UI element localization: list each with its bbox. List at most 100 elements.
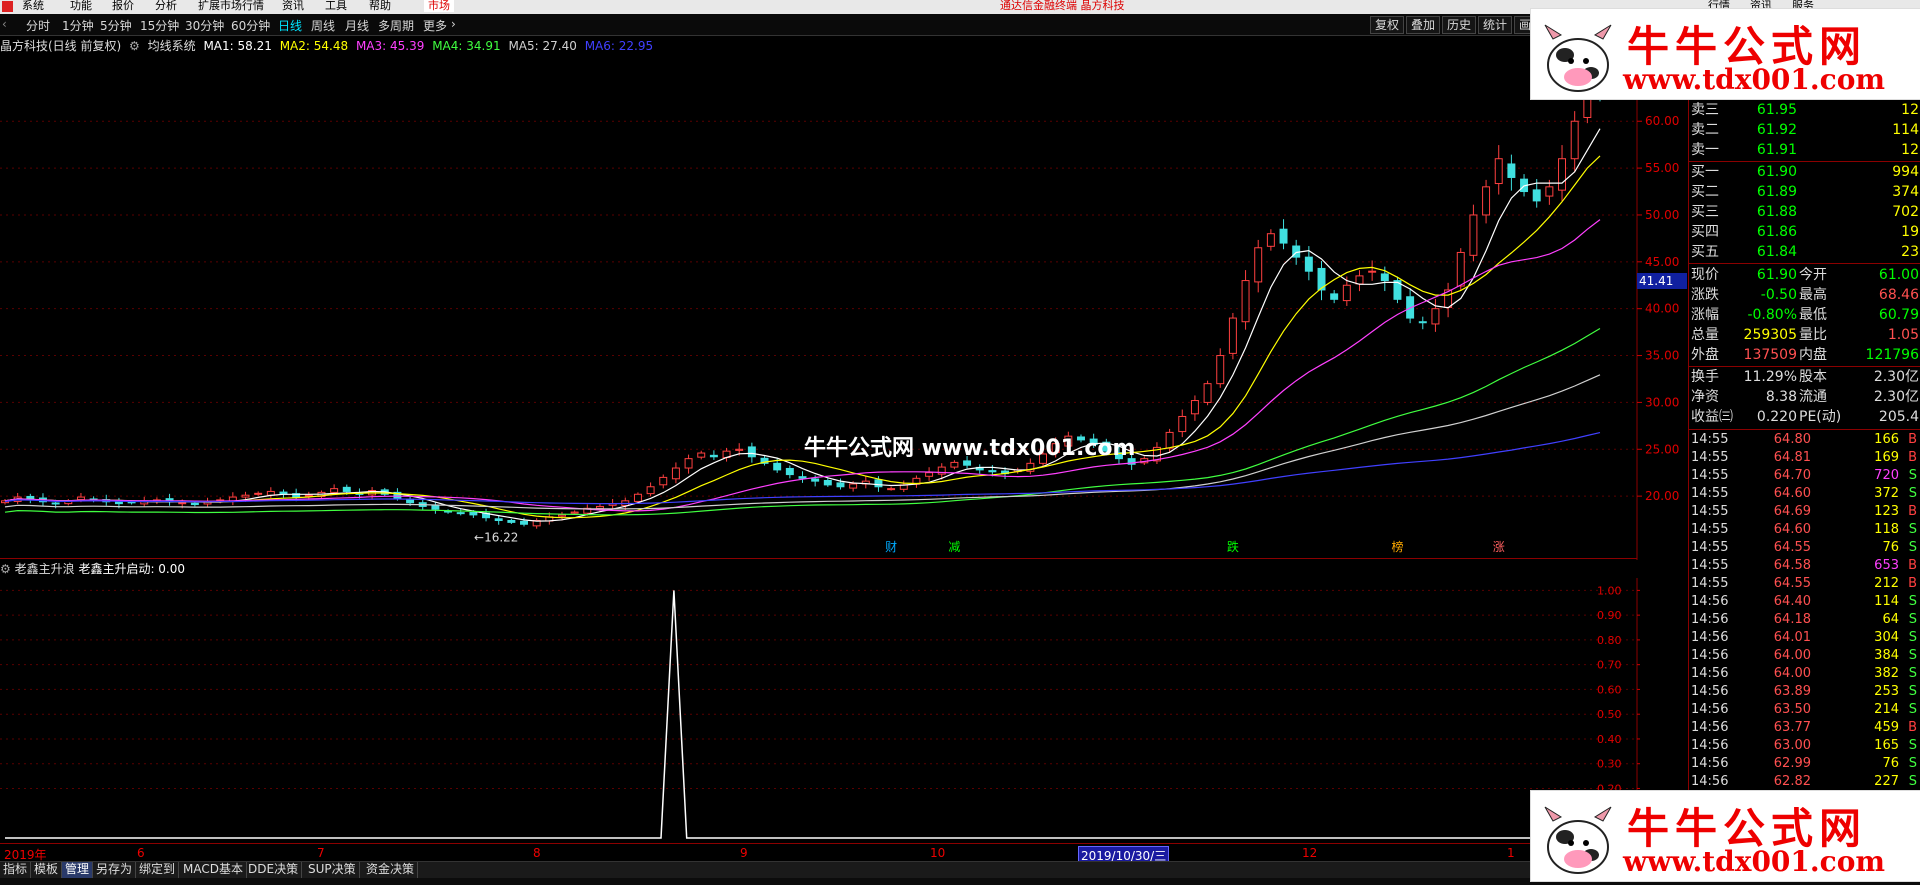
period-monthly[interactable]: 月线 <box>345 17 369 34</box>
fund-row: 收益㈢ 0.220 PE(动) 205.4 <box>1691 409 1919 425</box>
candle-body <box>709 454 718 458</box>
menu-market[interactable]: 市场 <box>424 0 454 12</box>
tab-manage[interactable]: 管理 <box>62 862 94 878</box>
trade-time: 14:55 <box>1691 522 1729 537</box>
candle-body <box>558 514 566 517</box>
chevron-right-icon[interactable]: › <box>451 17 456 31</box>
sell-row-1[interactable]: 卖一 61.91 12 <box>1689 140 1920 160</box>
period-weekly[interactable]: 周线 <box>311 17 335 34</box>
candle-body <box>1368 270 1377 273</box>
candle-body <box>633 493 642 502</box>
fuquan-button[interactable]: 复权 <box>1370 16 1405 34</box>
app-icon[interactable] <box>2 1 13 12</box>
tab-save-as[interactable]: 另存为 <box>93 862 137 878</box>
menu-extended-market[interactable]: 扩展市场行情 <box>198 0 264 12</box>
period-60min[interactable]: 60分钟 <box>231 17 270 34</box>
history-button[interactable]: 历史 <box>1442 16 1477 34</box>
candle-body <box>684 458 693 469</box>
date-label: 8 <box>533 846 541 860</box>
watermark-text: 牛牛公式网 www.tdx001.com <box>804 436 1136 461</box>
candle-body <box>798 476 807 479</box>
stat-row: 涨跌 -0.50 最高 68.46 <box>1691 287 1919 303</box>
menu-tools[interactable]: 工具 <box>325 0 347 12</box>
indicator-name[interactable]: 老鑫主升浪 <box>15 562 75 576</box>
candle-body <box>1494 158 1503 185</box>
trade-price: 63.50 <box>1773 702 1811 717</box>
menu-news[interactable]: 资讯 <box>282 0 304 12</box>
candle-body <box>76 496 85 501</box>
trade-volume: 169 <box>1874 450 1899 465</box>
menu-quote[interactable]: 报价 <box>112 0 134 12</box>
candle-body <box>849 483 858 489</box>
logo-url-text: www.tdx001.com <box>1623 63 1885 96</box>
gear-icon[interactable]: ⚙ <box>129 39 140 53</box>
candle-body <box>241 494 250 498</box>
period-30min[interactable]: 30分钟 <box>185 17 224 34</box>
quote-panel: 卖三 61.95 12 卖二 61.92 114 卖一 61.91 12 买一 … <box>1688 55 1920 861</box>
trade-flag: S <box>1908 702 1917 717</box>
indicator-chart[interactable]: 0.200.300.400.500.600.700.800.901.00 <box>0 578 1640 840</box>
trade-row: 14:56 63.77 459 B <box>1689 719 1920 737</box>
candle-body <box>469 511 478 516</box>
period-daily[interactable]: 日线 <box>278 17 302 34</box>
trade-flag: B <box>1908 558 1917 573</box>
overlay-button[interactable]: 叠加 <box>1406 16 1441 34</box>
candle-body <box>811 478 820 482</box>
trade-volume: 653 <box>1874 558 1899 573</box>
trade-price: 62.82 <box>1773 774 1811 789</box>
ma-system-label[interactable]: 均线系统 <box>148 39 196 53</box>
trade-flag: S <box>1908 648 1917 663</box>
sell-row-3[interactable]: 卖三 61.95 12 <box>1689 100 1920 120</box>
menu-analysis[interactable]: 分析 <box>155 0 177 12</box>
sell-row-2[interactable]: 卖二 61.92 114 <box>1689 120 1920 140</box>
tab-sup[interactable]: SUP决策 <box>305 862 360 878</box>
axis-tick-label: 25.00 <box>1645 442 1679 456</box>
buy-row-3[interactable]: 买三 61.88 702 <box>1689 202 1920 222</box>
trade-price: 63.89 <box>1773 684 1811 699</box>
period-1min[interactable]: 1分钟 <box>62 17 94 34</box>
trade-row: 14:56 64.01 304 S <box>1689 629 1920 647</box>
period-5min[interactable]: 5分钟 <box>100 17 132 34</box>
panel-separator <box>1689 429 1920 430</box>
trade-row: 14:56 62.82 227 S <box>1689 773 1920 791</box>
tab-macd[interactable]: MACD基本 <box>180 862 247 878</box>
candle-body <box>1304 256 1313 272</box>
tab-fund[interactable]: 资金决策 <box>363 862 419 878</box>
trade-row: 14:55 64.55 212 B <box>1689 575 1920 593</box>
brand-logo: 牛牛公式网 www.tdx001.com <box>1530 790 1920 882</box>
trade-volume: 165 <box>1874 738 1899 753</box>
period-15min[interactable]: 15分钟 <box>140 17 179 34</box>
tab-template[interactable]: 模板 <box>31 862 63 878</box>
stats-button[interactable]: 统计 <box>1478 16 1513 34</box>
trade-volume: 227 <box>1874 774 1899 789</box>
tab-indicator[interactable]: 指标 <box>0 862 32 878</box>
axis-tick-label: 1.00 <box>1597 584 1622 597</box>
trade-price: 64.58 <box>1773 558 1811 573</box>
axis-tick-label: 0.90 <box>1597 609 1622 622</box>
trade-row: 14:56 64.00 382 S <box>1689 665 1920 683</box>
menu-system[interactable]: 系统 <box>22 0 44 12</box>
candle-body <box>507 520 516 523</box>
menu-help[interactable]: 帮助 <box>369 0 391 12</box>
chevron-left-icon[interactable]: ‹ <box>2 17 7 31</box>
menu-function[interactable]: 功能 <box>70 0 92 12</box>
buy-row-1[interactable]: 买一 61.90 994 <box>1689 162 1920 182</box>
period-more[interactable]: 更多 <box>423 17 447 34</box>
candle-body <box>1380 273 1389 282</box>
period-multi[interactable]: 多周期 <box>378 17 414 34</box>
buy-row-2[interactable]: 买二 61.89 374 <box>1689 182 1920 202</box>
candlestick-chart[interactable]: 20.00 25.00 30.00 35.00 40.00 45.00 50.00 55.00… <box>0 55 1920 560</box>
gear-icon[interactable]: ⚙ <box>0 562 11 576</box>
buy-row-4[interactable]: 买四 61.86 19 <box>1689 222 1920 242</box>
axis-tick-label: 0.70 <box>1597 659 1622 672</box>
candle-body <box>671 467 680 480</box>
tab-bind[interactable]: 绑定到 <box>136 862 180 878</box>
period-intraday[interactable]: 分时 <box>26 17 50 34</box>
trade-flag: S <box>1908 540 1917 555</box>
candle-body <box>570 511 579 514</box>
candle-body <box>1241 280 1250 323</box>
buy-row-5[interactable]: 买五 61.84 23 <box>1689 242 1920 262</box>
candle-body <box>1431 308 1440 325</box>
tab-dde[interactable]: DDE决策 <box>245 862 303 878</box>
trade-row: 14:56 62.99 76 S <box>1689 755 1920 773</box>
